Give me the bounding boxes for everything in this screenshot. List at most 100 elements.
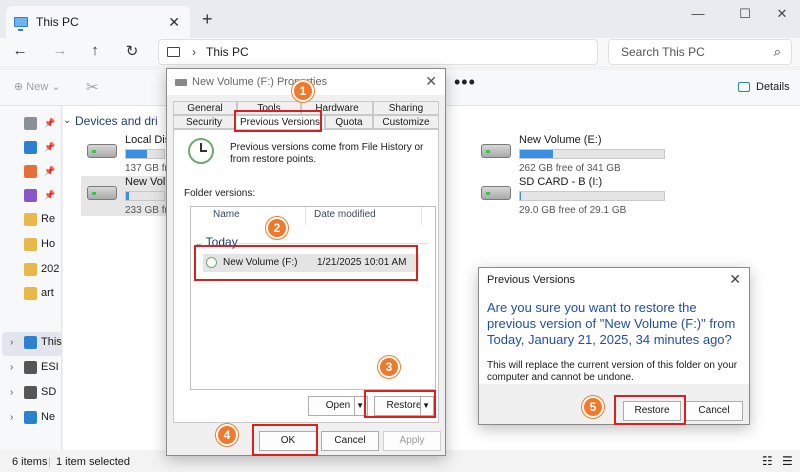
column-name[interactable]: Name (213, 209, 240, 220)
details-button[interactable]: Details (738, 81, 790, 93)
tab-security[interactable]: Security (173, 115, 235, 129)
tab-customize[interactable]: Customize (373, 115, 439, 129)
close-icon[interactable]: ✕ (729, 271, 741, 288)
sidebar-item[interactable]: 📌 (24, 162, 55, 180)
callout-box-restore (364, 390, 436, 418)
confirm-cancel-button[interactable]: Cancel (685, 401, 743, 421)
cut-icon[interactable]: ✂ (86, 78, 99, 96)
drive-usage-fill (520, 150, 554, 158)
status-divider: | (48, 456, 51, 468)
view-icons[interactable]: ☷ (762, 454, 773, 468)
drive-name: New Volume (E:) (519, 134, 602, 146)
history-clock-icon (188, 138, 214, 164)
tab-close-icon[interactable]: ✕ (168, 14, 180, 31)
folder-icon (24, 385, 37, 399)
title-bar: This PC ✕ + — ☐ ✕ (0, 0, 800, 38)
up-button[interactable]: ↑ (85, 42, 105, 59)
tab-this-pc[interactable]: This PC ✕ (6, 6, 190, 38)
folder-icon (24, 286, 37, 300)
sidebar-item[interactable]: 📌 (24, 114, 55, 132)
sidebar-item-label: Ho (41, 238, 56, 250)
tab-quota[interactable]: Quota (325, 115, 373, 129)
selection-count: 1 item selected (56, 456, 130, 468)
drive-usage-bar (125, 191, 165, 201)
sidebar-item[interactable]: › ESI (10, 358, 59, 376)
apply-button[interactable]: Apply (383, 431, 441, 451)
refresh-button[interactable]: ↻ (122, 42, 142, 60)
sidebar-item[interactable]: Re (24, 210, 55, 228)
item-count: 6 items (12, 456, 48, 468)
folder-icon (24, 360, 37, 374)
folder-icon (24, 410, 37, 424)
open-button-label: Open (325, 400, 351, 411)
pin-icon: 📌 (44, 189, 56, 200)
sidebar-item[interactable]: › SD (10, 383, 57, 401)
close-icon[interactable]: ✕ (425, 73, 437, 90)
cancel-button[interactable]: Cancel (321, 431, 379, 451)
sidebar-item-label: 202 (41, 263, 60, 275)
expand-chevron-icon[interactable]: › (10, 387, 13, 398)
drive-free-space: 29.0 GB free of 29.1 GB (519, 205, 627, 216)
search-icon: ⌕ (773, 44, 781, 59)
minimize-button[interactable]: — (686, 6, 710, 21)
callout-badge-4: 4 (216, 424, 238, 446)
folder-icon (24, 237, 37, 251)
navigation-pane: 📌 📌 📌 📌 Re Ho 202 art › This › ESI › SD › Ne (0, 106, 62, 450)
drive-tile[interactable]: SD CARD - B (I:) 29.0 GB free of 29.1 GB (481, 174, 681, 222)
tab-general[interactable]: General (173, 101, 237, 115)
sidebar-item[interactable]: Ho (24, 235, 55, 253)
sidebar-item[interactable]: 📌 (24, 186, 55, 204)
sidebar-item[interactable]: 202 (24, 260, 59, 278)
callout-badge-1: 1 (292, 80, 314, 102)
new-tab-button[interactable]: + (202, 9, 213, 30)
drive-tile[interactable]: New Volume (E:) 262 GB free of 341 GB (481, 132, 681, 180)
sidebar-item-label: ESI (41, 361, 59, 373)
confirm-title-bar: Previous Versions ✕ (479, 268, 749, 292)
sidebar-item-label: art (41, 287, 54, 299)
pin-icon: 📌 (44, 165, 56, 176)
sidebar-item[interactable]: 📌 (24, 138, 55, 156)
folder-versions-label: Folder versions: (184, 188, 256, 199)
tab-sharing[interactable]: Sharing (373, 101, 439, 115)
open-dropdown-icon[interactable]: ▼ (356, 397, 364, 415)
expand-chevron-icon[interactable]: › (10, 412, 13, 423)
column-date-modified[interactable]: Date modified (314, 209, 376, 220)
search-placeholder: Search This PC (621, 45, 705, 59)
more-options-button[interactable]: ••• (454, 72, 476, 93)
hard-drive-icon (481, 186, 511, 200)
expand-chevron-icon[interactable]: › (10, 362, 13, 373)
callout-box-confirm-restore (614, 395, 686, 425)
callout-box-previous-versions-tab (234, 110, 322, 132)
view-list-icon[interactable]: ☰ (782, 454, 793, 468)
details-pane-icon (738, 82, 750, 92)
callout-badge-2: 2 (266, 217, 288, 239)
drive-usage-bar (125, 149, 165, 159)
expand-chevron-icon[interactable]: › (10, 337, 13, 348)
drive-usage-fill (126, 192, 130, 200)
forward-button[interactable]: → (50, 42, 70, 59)
new-button[interactable]: ⊕ New ⌄ (14, 80, 61, 93)
sidebar-item-label: SD (41, 386, 57, 398)
callout-box-version-row (194, 245, 418, 281)
drive-name: SD CARD - B (I:) (519, 176, 603, 188)
details-label: Details (756, 81, 790, 93)
sidebar-item-label: This (41, 336, 62, 348)
open-button[interactable]: Open ▼ (308, 396, 368, 416)
pin-icon: 📌 (44, 141, 56, 152)
back-button[interactable]: ← (10, 42, 30, 59)
close-window-button[interactable]: ✕ (770, 6, 794, 22)
breadcrumb-this-pc[interactable]: This PC (206, 45, 249, 59)
panel-description: Previous versions come from File History… (230, 142, 424, 165)
drive-free-space: 262 GB free of 341 GB (519, 163, 621, 174)
sidebar-item[interactable]: › Ne (10, 408, 56, 426)
address-bar[interactable]: › This PC (158, 39, 598, 65)
sidebar-item-label: Ne (41, 411, 56, 423)
search-input[interactable]: Search This PC ⌕ (608, 39, 792, 65)
drive-icon (175, 78, 187, 86)
maximize-button[interactable]: ☐ (733, 6, 757, 22)
sidebar-item[interactable]: art (24, 284, 54, 302)
drive-usage-fill (520, 192, 522, 200)
devices-group-title[interactable]: Devices and dri (75, 114, 158, 128)
collapse-chevron-icon[interactable]: ⌄ (63, 115, 71, 126)
sidebar-item[interactable]: › This (10, 333, 62, 351)
